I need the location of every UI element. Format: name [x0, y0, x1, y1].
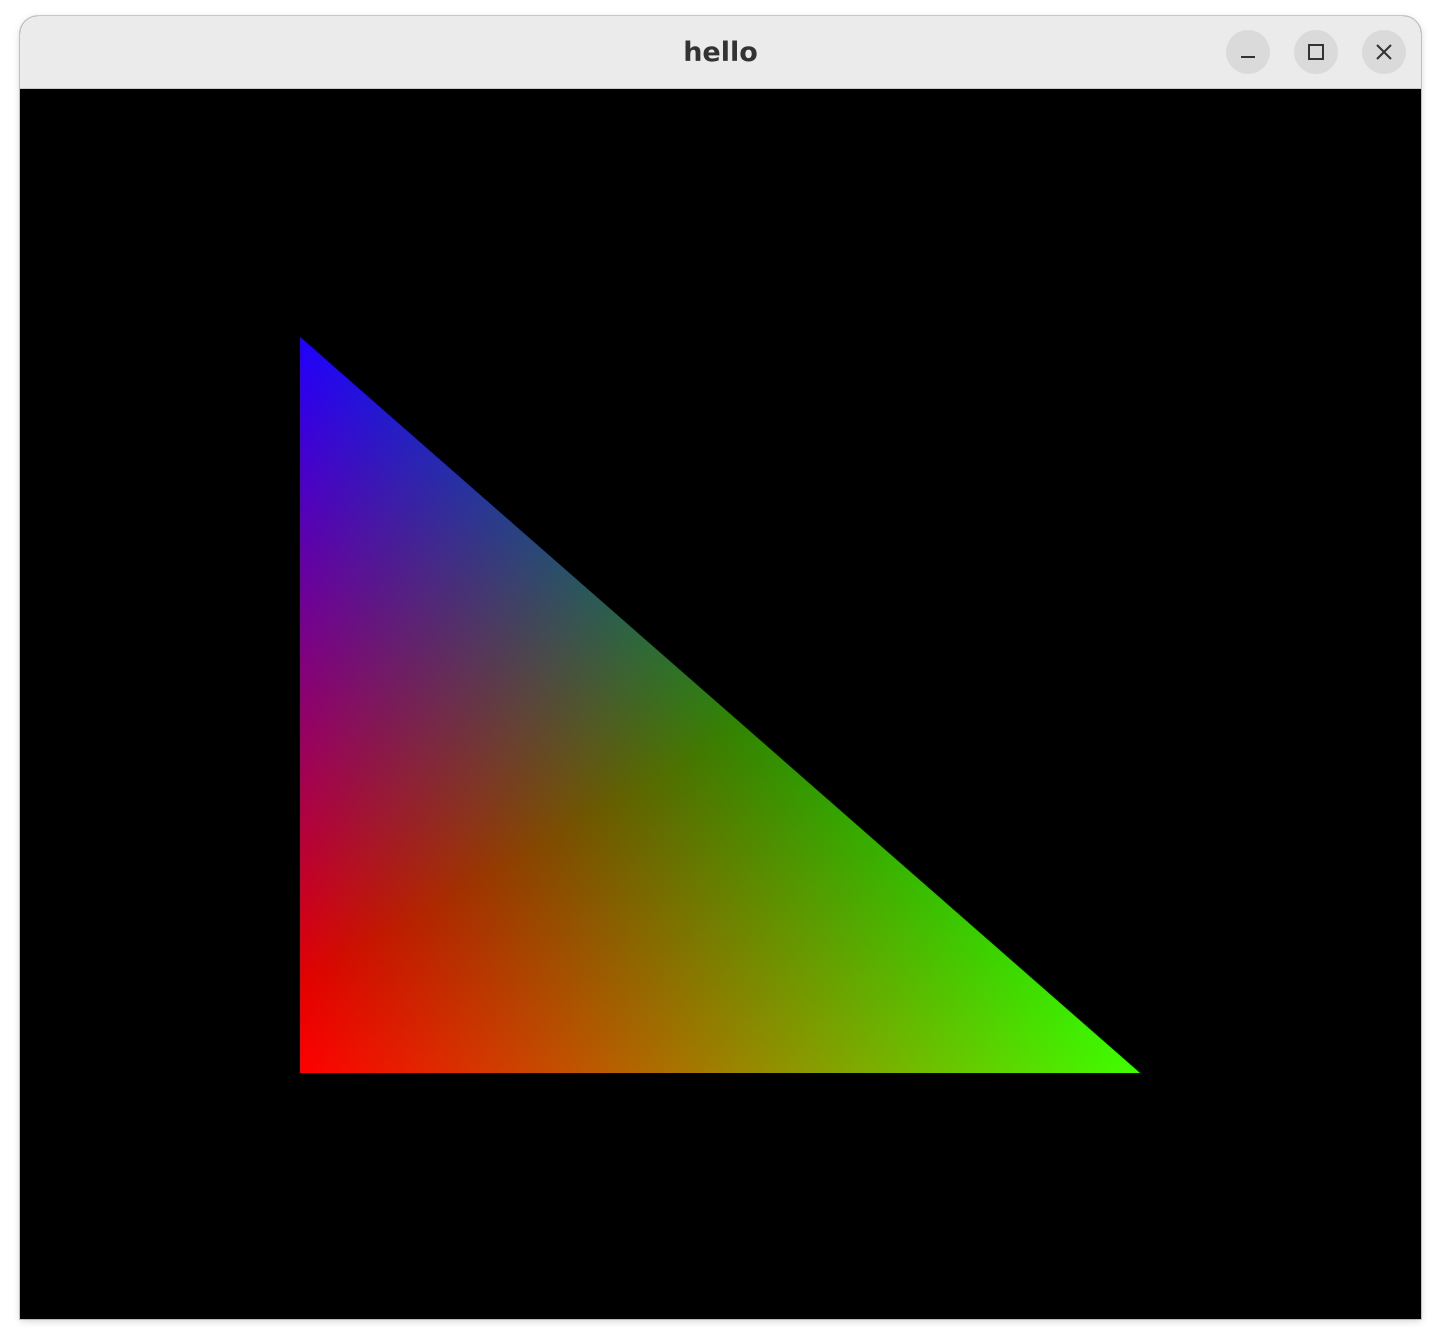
maximize-icon	[1308, 44, 1324, 60]
app-window: hello	[20, 16, 1421, 1319]
title-bar[interactable]: hello	[20, 16, 1421, 89]
render-canvas	[20, 89, 1421, 1319]
close-icon	[1376, 44, 1392, 60]
rgb-triangle	[300, 337, 1140, 1073]
close-button[interactable]	[1362, 30, 1406, 74]
maximize-button[interactable]	[1294, 30, 1338, 74]
window-title: hello	[683, 37, 758, 68]
minimize-icon	[1241, 56, 1255, 58]
minimize-button[interactable]	[1226, 30, 1270, 74]
triangle-canvas	[300, 337, 1140, 1073]
